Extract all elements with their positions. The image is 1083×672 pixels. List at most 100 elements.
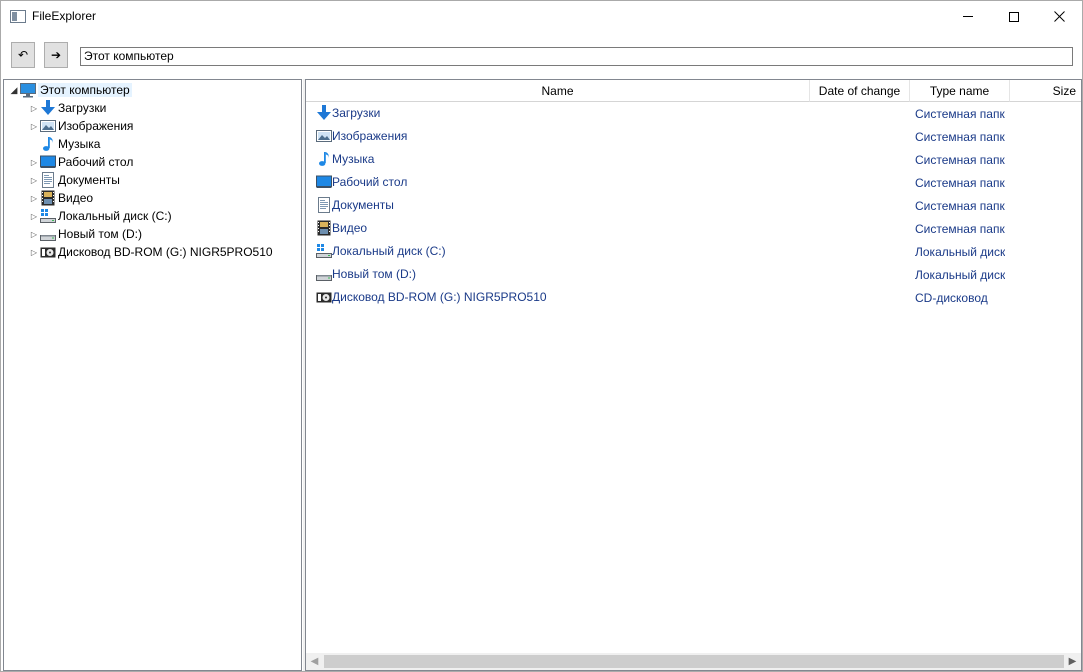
list-item-name-cell: Загрузки	[316, 105, 380, 121]
documents-icon	[40, 172, 56, 188]
list-item-name: Документы	[332, 198, 394, 212]
collapsed-arrow-icon[interactable]: ▷	[28, 230, 40, 239]
window-title: FileExplorer	[32, 9, 97, 23]
list-item-type: Системная папк	[915, 222, 1005, 236]
folder-tree[interactable]: ◢ Этот компьютер ▷ Загрузки ▷ Изображения Музы…	[3, 79, 302, 671]
drive-icon	[40, 226, 56, 242]
address-bar[interactable]: Этот компьютер	[80, 47, 1073, 66]
drive-icon	[316, 266, 332, 282]
music-icon	[40, 136, 56, 152]
desktop-icon	[316, 174, 332, 190]
list-item-name: Музыка	[332, 152, 375, 166]
system-drive-icon	[40, 208, 56, 224]
list-item[interactable]: Рабочий стол Системная папк	[306, 171, 1081, 194]
tree-item-label: Новый том (D:)	[58, 227, 142, 241]
maximize-icon	[1009, 11, 1019, 22]
pictures-icon	[40, 118, 56, 134]
computer-icon	[20, 82, 36, 98]
music-icon	[316, 151, 332, 167]
list-item-name: Рабочий стол	[332, 175, 408, 189]
tree-item-label: Загрузки	[58, 101, 107, 115]
column-header-date[interactable]: Date of change	[810, 80, 910, 102]
tree-item-label: Дисковод BD-ROM (G:) NIGR5PRO510	[58, 245, 273, 259]
video-icon	[316, 220, 332, 236]
list-item-name: Новый том (D:)	[332, 267, 416, 281]
scroll-left-icon[interactable]: ◀	[306, 653, 323, 670]
list-item-type: Системная папк	[915, 130, 1005, 144]
list-item-name: Видео	[332, 221, 368, 235]
back-button[interactable]: ↶	[11, 42, 35, 68]
scroll-right-icon[interactable]: ▶	[1064, 653, 1081, 670]
tree-item-label: Видео	[58, 191, 94, 205]
optical-drive-icon	[316, 289, 332, 305]
tree-item[interactable]: ▷ Документы	[28, 171, 120, 189]
tree-item[interactable]: ▷ Дисковод BD-ROM (G:) NIGR5PRO510	[28, 243, 273, 261]
maximize-button[interactable]	[991, 1, 1037, 32]
list-item-name-cell: Рабочий стол	[316, 174, 407, 190]
collapsed-arrow-icon[interactable]: ▷	[28, 158, 40, 167]
list-item-name-cell: Локальный диск (C:)	[316, 243, 446, 259]
file-explorer-window: FileExplorer ↶ ➔ Этот компьютер ◢ Этот ко…	[0, 0, 1083, 672]
list-item[interactable]: Изображения Системная папк	[306, 125, 1081, 148]
close-button[interactable]	[1036, 1, 1082, 32]
tree-item-label: Изображения	[58, 119, 134, 133]
collapsed-arrow-icon[interactable]: ▷	[28, 176, 40, 185]
list-item-name: Изображения	[332, 129, 408, 143]
collapsed-arrow-icon[interactable]: ▷	[28, 122, 40, 131]
column-header-name[interactable]: Name	[306, 80, 810, 102]
file-list[interactable]: Name Date of change Type name Size ◀ ▶ З…	[305, 79, 1082, 671]
collapsed-arrow-icon[interactable]: ▷	[28, 194, 40, 203]
list-item-name-cell: Изображения	[316, 128, 407, 144]
list-item[interactable]: Загрузки Системная папк	[306, 102, 1081, 125]
download-icon	[40, 100, 56, 116]
list-item-name-cell: Дисковод BD-ROM (G:) NIGR5PRO510	[316, 289, 547, 305]
list-item[interactable]: Дисковод BD-ROM (G:) NIGR5PRO510 CD-диско…	[306, 286, 1081, 309]
tree-item[interactable]: Музыка	[28, 135, 100, 153]
optical-drive-icon	[40, 244, 56, 260]
documents-icon	[316, 197, 332, 213]
tree-item[interactable]: ▷ Рабочий стол	[28, 153, 133, 171]
list-item-type: Системная папк	[915, 153, 1005, 167]
horizontal-scrollbar[interactable]: ◀ ▶	[306, 653, 1081, 670]
list-item[interactable]: Локальный диск (C:) Локальный диск	[306, 240, 1081, 263]
tree-item-label: Музыка	[58, 137, 101, 151]
tree-item[interactable]: ▷ Локальный диск (C:)	[28, 207, 172, 225]
list-item-name-cell: Новый том (D:)	[316, 266, 416, 282]
list-item[interactable]: Музыка Системная папк	[306, 148, 1081, 171]
list-item-name-cell: Документы	[316, 197, 394, 213]
system-drive-icon	[316, 243, 332, 259]
tree-item-label: Рабочий стол	[58, 155, 134, 169]
list-item[interactable]: Новый том (D:) Локальный диск	[306, 263, 1081, 286]
scrollbar-thumb[interactable]	[324, 655, 1064, 668]
collapsed-arrow-icon[interactable]: ▷	[28, 248, 40, 257]
desktop-icon	[40, 154, 56, 170]
expanded-arrow-icon[interactable]: ◢	[8, 85, 20, 96]
video-icon	[40, 190, 56, 206]
list-item-type: Системная папк	[915, 176, 1005, 190]
close-icon	[1053, 11, 1065, 22]
download-icon	[316, 105, 332, 121]
tree-root[interactable]: ◢ Этот компьютер	[8, 81, 132, 99]
column-header-size[interactable]: Size	[1010, 80, 1081, 102]
list-item-type: Системная папк	[915, 199, 1005, 213]
list-item-name-cell: Музыка	[316, 151, 374, 167]
tree-item-label: Документы	[58, 173, 120, 187]
tree-item[interactable]: ▷ Изображения	[28, 117, 134, 135]
list-item[interactable]: Документы Системная папк	[306, 194, 1081, 217]
list-item-name: Локальный диск (C:)	[332, 244, 446, 258]
tree-root-label: Этот компьютер	[38, 83, 132, 97]
app-icon	[10, 10, 26, 23]
collapsed-arrow-icon[interactable]: ▷	[28, 104, 40, 113]
column-header-type[interactable]: Type name	[910, 80, 1010, 102]
tree-item[interactable]: ▷ Видео	[28, 189, 93, 207]
back-arrow-icon: ↶	[17, 48, 29, 62]
forward-button[interactable]: ➔	[44, 42, 68, 68]
collapsed-arrow-icon[interactable]: ▷	[28, 212, 40, 221]
list-item[interactable]: Видео Системная папк	[306, 217, 1081, 240]
tree-item-label: Локальный диск (C:)	[58, 209, 172, 223]
pictures-icon	[316, 128, 332, 144]
tree-item[interactable]: ▷ Новый том (D:)	[28, 225, 142, 243]
minimize-button[interactable]	[945, 1, 991, 32]
tree-item[interactable]: ▷ Загрузки	[28, 99, 106, 117]
title-bar[interactable]: FileExplorer	[1, 1, 1082, 32]
